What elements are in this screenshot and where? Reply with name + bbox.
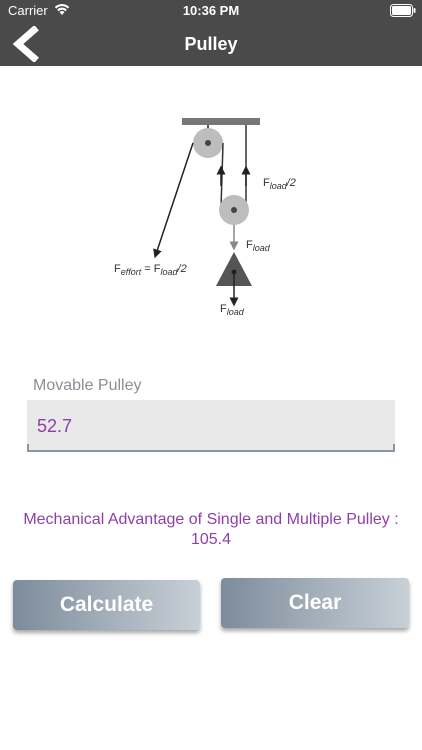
movable-pulley-input[interactable] xyxy=(37,412,377,440)
top-bar: Carrier 10:36 PM Pulley xyxy=(0,0,422,66)
screen: Carrier 10:36 PM Pulley Fload/2 Fload Fe… xyxy=(0,0,422,750)
nav-bar: Pulley xyxy=(0,22,422,66)
status-time: 10:36 PM xyxy=(182,3,240,18)
clear-button[interactable]: Clear xyxy=(221,578,409,628)
movable-pulley-label: Movable Pulley xyxy=(33,377,142,394)
input-underline xyxy=(27,450,395,452)
input-tick-left xyxy=(27,444,29,452)
battery-icon xyxy=(390,4,416,17)
label-effort: Feffort = Fload/2 xyxy=(114,263,187,277)
input-tick-right xyxy=(393,444,395,452)
status-bar: Carrier 10:36 PM xyxy=(0,0,422,22)
pulley-diagram: Fload/2 Fload Feffort = Fload/2 Fload xyxy=(114,118,296,317)
page-title: Pulley xyxy=(184,34,238,54)
label-bottom-load: Fload xyxy=(220,303,245,317)
label-load: Fload xyxy=(246,239,271,253)
result-text: Mechanical Advantage of Single and Multi… xyxy=(23,511,399,548)
movable-pulley-field xyxy=(27,400,395,452)
label-half-load: Fload/2 xyxy=(263,177,296,191)
calculate-button[interactable]: Calculate xyxy=(13,580,200,630)
ceiling-bar xyxy=(182,118,260,125)
